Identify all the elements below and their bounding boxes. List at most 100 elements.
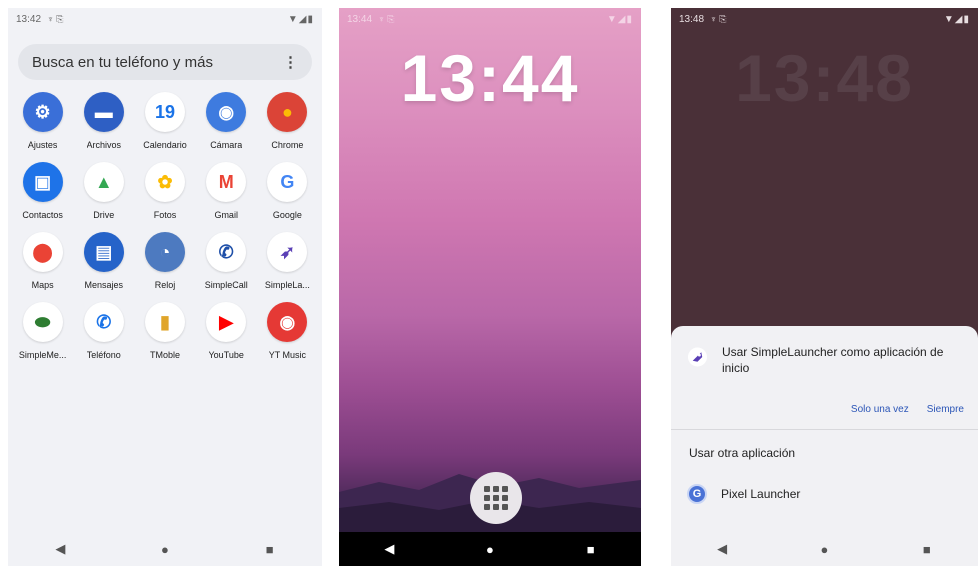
youtube-icon: ▶ [206, 302, 247, 342]
app-label: Ajustes [27, 140, 58, 150]
app-camera[interactable]: ◉ Cámara [196, 92, 257, 150]
camera-icon: ◉ [206, 92, 247, 132]
app-label: SimpleLa... [264, 280, 310, 290]
status-bar: 13:48 ♆ ⎘ ▼◢▮ [671, 8, 978, 30]
pixel-launcher-option[interactable]: G Pixel Launcher [671, 460, 978, 504]
app-tmoble[interactable]: ▮ TMoble [134, 302, 195, 360]
app-label: YT Music [268, 350, 307, 360]
app-label: Chrome [271, 140, 304, 150]
app-label: Contactos [22, 210, 63, 220]
app-drive[interactable]: ▲ Drive [73, 162, 134, 220]
app-phone[interactable]: ✆ Teléfono [73, 302, 134, 360]
tmoble-icon: ▮ [144, 302, 185, 342]
app-photos[interactable]: ✿ Fotos [134, 162, 195, 220]
status-time: 13:48 [679, 13, 705, 25]
recents-button[interactable]: ■ [907, 542, 947, 557]
app-google[interactable]: G Google [257, 162, 318, 220]
app-label: YouTube [208, 350, 244, 360]
app-label: Teléfono [86, 350, 121, 360]
app-label: Reloj [154, 280, 176, 290]
search-bar[interactable]: Busca en tu teléfono y más ⋮ [18, 44, 312, 80]
navigation-bar: ◀ ● ■ [339, 532, 641, 566]
app-label: Mensajes [84, 280, 124, 290]
app-drawer-button[interactable] [470, 472, 522, 524]
app-messages[interactable]: ▤ Mensajes [73, 232, 134, 290]
app-label: Calendario [143, 140, 187, 150]
clock-icon: ◔ [144, 232, 185, 272]
recents-button[interactable]: ■ [250, 542, 290, 557]
google-icon: G [267, 162, 308, 202]
app-simplecall[interactable]: ✆ SimpleCall [196, 232, 257, 290]
app-gmail[interactable]: M Gmail [196, 162, 257, 220]
app-label: Archivos [86, 140, 122, 150]
ytmusic-icon: ◉ [267, 302, 308, 342]
gmail-icon: M [206, 162, 247, 202]
chrome-icon: ● [267, 92, 308, 132]
back-button[interactable]: ◀ [369, 541, 409, 557]
app-grid: ⚙ Ajustes ▬ Archivos 19 Calendario ◉ Cámara ● Chr… [12, 92, 318, 360]
status-time: 13:44 [347, 13, 373, 25]
signal-battery-icon: ▼◢▮ [287, 13, 314, 25]
app-rocket[interactable]: ➶ SimpleLa... [257, 232, 318, 290]
folder-icon: ▬ [83, 92, 124, 132]
chooser-title: Usar SimpleLauncher como aplicación de i… [721, 345, 944, 375]
messages-icon: ▤ [83, 232, 124, 272]
phone-icon: ✆ [83, 302, 124, 342]
clock-widget: 13:44 [400, 41, 580, 115]
app-youtube[interactable]: ▶ YouTube [196, 302, 257, 360]
pill-icon: ⬬ [22, 302, 63, 342]
photos-icon: ✿ [144, 162, 185, 202]
home-button[interactable]: ● [804, 542, 844, 557]
app-label: Cámara [210, 140, 243, 150]
chooser-actions: Solo una vez Siempre [671, 376, 978, 415]
app-label: SimpleMe... [18, 350, 67, 360]
home-chooser-screen: 13:48 ♆ ⎘ ▼◢▮ 13:48 Usar SimpleLauncher … [671, 8, 978, 566]
status-bar: 13:42 ♆ ⎘ ▼◢▮ [8, 8, 322, 30]
app-contacts[interactable]: ▣ Contactos [12, 162, 73, 220]
rocket-icon: ➶ [267, 232, 308, 272]
calendar-icon: 19 [144, 92, 185, 132]
signal-battery-icon: ▼◢▮ [943, 13, 970, 25]
pixel-launcher-label: Pixel Launcher [721, 487, 801, 501]
always-button[interactable]: Siempre [927, 404, 964, 415]
app-chrome[interactable]: ● Chrome [257, 92, 318, 150]
back-button[interactable]: ◀ [40, 541, 80, 557]
launcher-home-screen: 13:44 ♆ ⎘ ▼◢▮ 13:44 ◀ ● ■ [339, 8, 641, 566]
home-app-chooser-sheet: Usar SimpleLauncher como aplicación de i… [671, 326, 978, 532]
gear-icon: ⚙ [22, 92, 63, 132]
notification-icons: ♆ ⎘ [47, 13, 64, 24]
home-button[interactable]: ● [470, 542, 510, 557]
just-once-button[interactable]: Solo una vez [851, 404, 909, 415]
notification-icons: ♆ ⎘ [710, 13, 727, 24]
app-label: Maps [31, 280, 54, 290]
app-pill[interactable]: ⬬ SimpleMe... [12, 302, 73, 360]
navigation-bar: ◀ ● ■ [671, 532, 978, 566]
signal-battery-icon: ▼◢▮ [606, 13, 633, 25]
app-label: SimpleCall [204, 280, 248, 290]
app-folder[interactable]: ▬ Archivos [73, 92, 134, 150]
grid-icon [484, 486, 508, 510]
app-label: Fotos [153, 210, 177, 220]
app-maps[interactable]: ⬤ Maps [12, 232, 73, 290]
clock-widget: 13:48 [735, 41, 914, 115]
use-other-app-label: Usar otra aplicación [689, 446, 796, 460]
app-clock[interactable]: ◔ Reloj [134, 232, 195, 290]
app-drawer-screen: 13:42 ♆ ⎘ ▼◢▮ Busca en tu teléfono y más… [8, 8, 322, 566]
contacts-icon: ▣ [22, 162, 63, 202]
app-label: Gmail [214, 210, 238, 220]
app-ytmusic[interactable]: ◉ YT Music [257, 302, 318, 360]
app-gear[interactable]: ⚙ Ajustes [12, 92, 73, 150]
chooser-header: Usar SimpleLauncher como aplicación de i… [671, 326, 978, 376]
back-button[interactable]: ◀ [702, 541, 742, 557]
more-options-icon[interactable]: ⋮ [283, 53, 298, 71]
app-label: Google [272, 210, 302, 220]
drive-icon: ▲ [83, 162, 124, 202]
status-bar: 13:44 ♆ ⎘ ▼◢▮ [339, 8, 641, 30]
app-calendar[interactable]: 19 Calendario [134, 92, 195, 150]
status-time: 13:42 [16, 13, 42, 25]
navigation-bar: ◀ ● ■ [8, 532, 322, 566]
pixel-launcher-icon: G [687, 484, 707, 504]
maps-icon: ⬤ [22, 232, 63, 272]
recents-button[interactable]: ■ [571, 542, 611, 557]
home-button[interactable]: ● [145, 542, 185, 557]
